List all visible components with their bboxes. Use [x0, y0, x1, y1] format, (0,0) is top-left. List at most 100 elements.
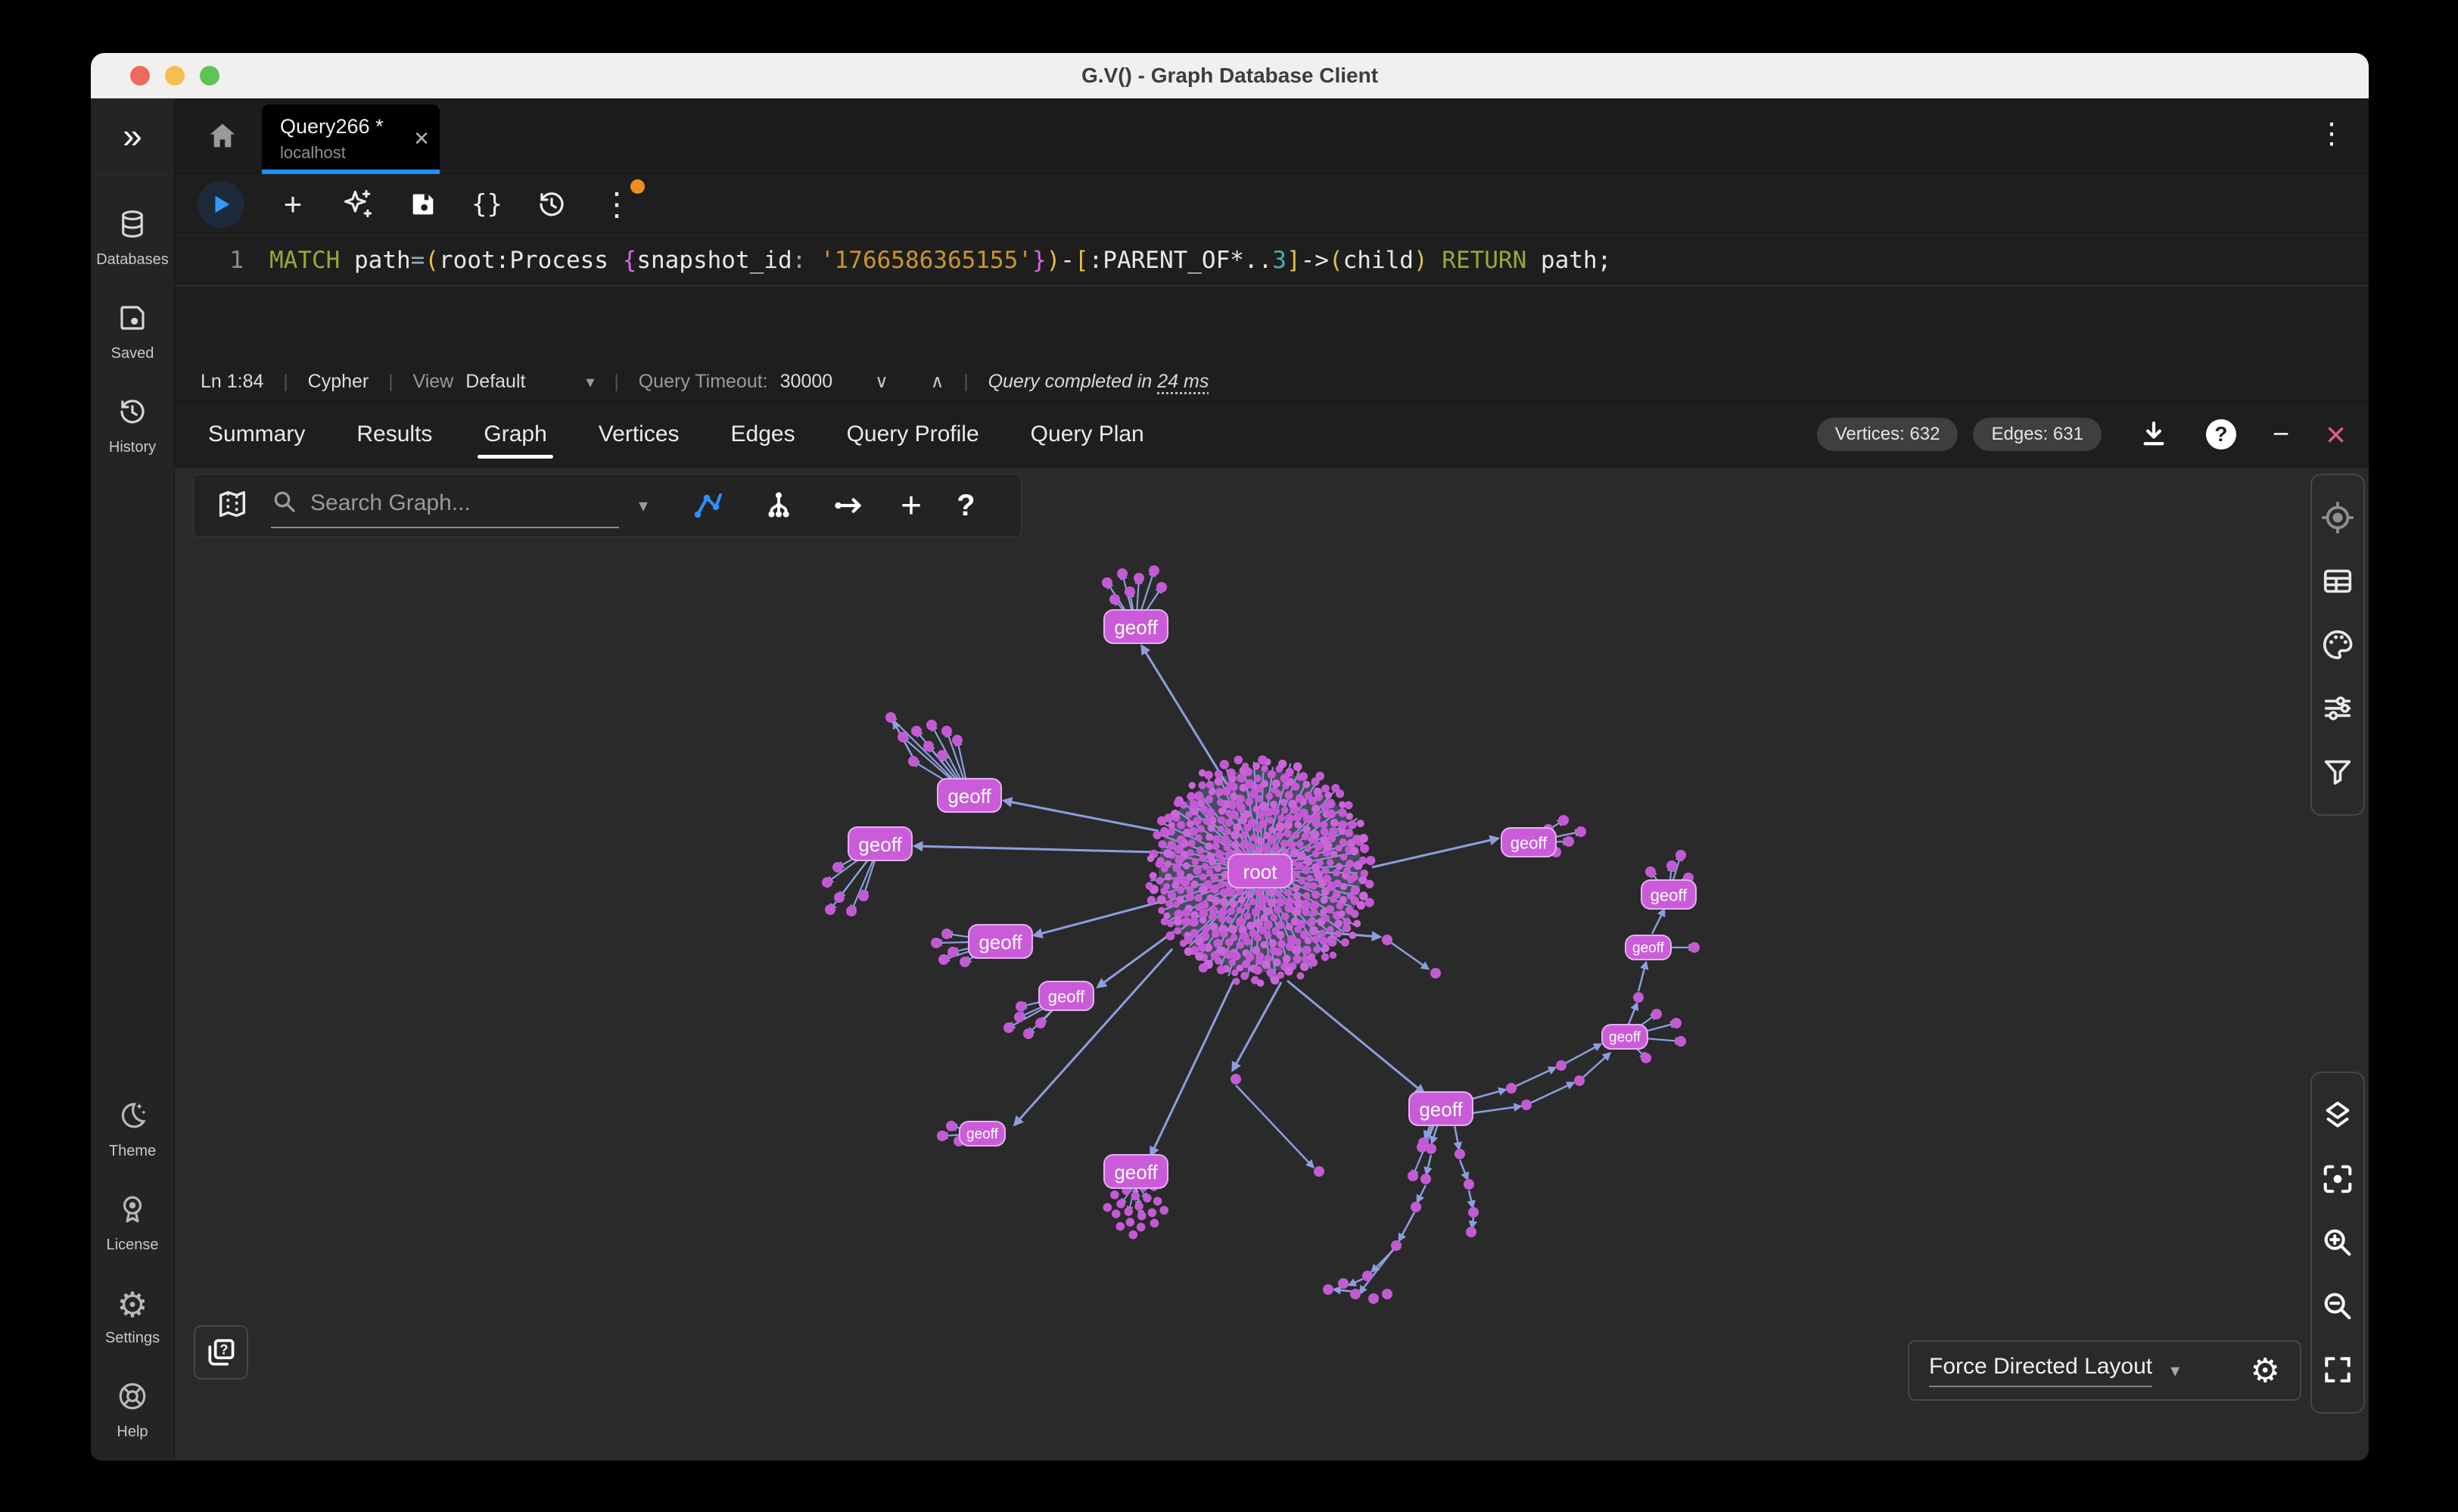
graph-node	[1349, 932, 1356, 939]
graph-view-icon[interactable]	[690, 487, 727, 524]
code-line[interactable]: 1 MATCH path=(root:Process {snapshot_id:…	[175, 235, 2369, 286]
titlebar: G.V() - Graph Database Client	[91, 53, 2369, 98]
center-graph-icon[interactable]	[2320, 1147, 2355, 1211]
table-icon[interactable]	[2320, 549, 2355, 613]
minimize-panel-icon[interactable]: −	[2273, 418, 2289, 451]
close-panel-icon[interactable]: ×	[2326, 419, 2346, 450]
graph-node	[1161, 918, 1168, 926]
palette-icon[interactable]	[2320, 613, 2355, 677]
save-query-button[interactable]	[408, 189, 438, 219]
graph-node	[1112, 1209, 1121, 1218]
results-tab-query-plan[interactable]: Query Plan	[1005, 401, 1170, 468]
graph-node	[1292, 946, 1301, 955]
query-history-button[interactable]	[536, 188, 568, 220]
graph-node	[1309, 958, 1318, 966]
layout-select[interactable]: Force Directed Layout	[1929, 1354, 2152, 1387]
graph-node	[1321, 953, 1329, 960]
graph-node	[1333, 869, 1340, 876]
graph-node	[1294, 821, 1302, 829]
results-tab-vertices[interactable]: Vertices	[573, 401, 705, 468]
graph-node	[1225, 938, 1234, 946]
graph-vertex-root-label: root	[1243, 860, 1278, 883]
decrease-icon[interactable]: ∨	[875, 371, 888, 393]
sidebar-item-settings[interactable]: ⚙ Settings	[105, 1287, 160, 1347]
graph-node	[1323, 875, 1331, 883]
graph-node	[1296, 794, 1304, 802]
sidebar-item-help[interactable]: Help	[117, 1380, 148, 1441]
zoom-window-button[interactable]	[200, 66, 219, 86]
graph-node	[1666, 860, 1677, 871]
sidebar-item-databases[interactable]: Databases	[96, 208, 169, 269]
legend-button[interactable]: ?	[194, 1325, 248, 1380]
graph-canvas[interactable]: geoffgeoffgeoffgeoffgeoffgeoffgeoffgeoff…	[175, 468, 2369, 1461]
results-tab-query-profile[interactable]: Query Profile	[821, 401, 1005, 468]
fullscreen-icon[interactable]	[2321, 1338, 2354, 1402]
zoom-in-icon[interactable]	[2320, 1211, 2355, 1274]
more-options-icon[interactable]: ⋮	[2317, 117, 2346, 151]
layout-settings-gear-icon[interactable]: ⚙	[2251, 1352, 2280, 1390]
help-icon[interactable]: ?	[2206, 419, 2236, 450]
toolbar-more-icon[interactable]: ⋮	[601, 188, 633, 220]
home-icon[interactable]	[205, 118, 240, 157]
graph-node	[1294, 926, 1302, 933]
map-icon[interactable]	[215, 487, 250, 525]
layout-dropdown-icon[interactable]: ▾	[2170, 1360, 2180, 1382]
zoom-out-icon[interactable]	[2320, 1274, 2355, 1338]
graph-node	[1156, 860, 1163, 868]
graph-node	[1382, 935, 1392, 945]
graph-node	[1351, 885, 1360, 894]
query-tab[interactable]: Query266 * localhost ×	[262, 104, 440, 174]
results-tab-graph[interactable]: Graph	[458, 401, 572, 468]
view-value[interactable]: Default	[465, 371, 525, 393]
hierarchy-view-icon[interactable]	[761, 488, 796, 523]
graph-node	[1294, 938, 1301, 945]
graph-node	[1177, 821, 1185, 829]
graph-node	[1420, 1174, 1431, 1184]
results-tab-summary[interactable]: Summary	[182, 401, 331, 468]
graph-node	[1202, 863, 1209, 870]
timeout-value[interactable]: 30000	[780, 371, 833, 393]
cypher-query-text[interactable]: MATCH path=(root:Process {snapshot_id: '…	[269, 247, 1611, 274]
expand-edges-icon[interactable]	[831, 488, 866, 523]
graph-help-icon[interactable]: ?	[957, 489, 975, 523]
graph-node	[1339, 838, 1347, 846]
tab-close-icon[interactable]: ×	[414, 124, 429, 154]
filter-icon[interactable]	[2320, 740, 2355, 804]
sidebar-item-theme[interactable]: Theme	[109, 1100, 156, 1160]
search-dropdown-icon[interactable]: ▾	[639, 495, 648, 517]
graph-node	[1146, 882, 1153, 890]
graph-node	[911, 726, 922, 736]
code-editor[interactable]: 1 MATCH path=(root:Process {snapshot_id:…	[175, 235, 2369, 363]
ai-assistant-icon[interactable]	[341, 188, 375, 221]
layers-icon[interactable]	[2320, 1084, 2355, 1147]
close-window-button[interactable]	[130, 66, 150, 86]
graph-node	[1293, 762, 1302, 771]
minimize-window-button[interactable]	[165, 66, 185, 86]
display-settings-icon[interactable]	[2320, 677, 2355, 740]
sidebar-item-history[interactable]: History	[109, 396, 156, 456]
format-code-button[interactable]: {}	[471, 188, 502, 220]
graph-node	[1362, 1271, 1373, 1281]
graph-node	[1134, 573, 1144, 583]
results-tab-edges[interactable]: Edges	[705, 401, 821, 468]
graph-node	[1243, 912, 1251, 919]
increase-icon[interactable]: ∧	[931, 371, 944, 393]
graph-node	[1116, 1199, 1125, 1209]
locate-icon[interactable]	[2320, 486, 2355, 549]
graph-node	[1305, 845, 1311, 851]
view-dropdown-icon[interactable]: ▾	[586, 372, 594, 392]
graph-node	[1263, 832, 1271, 839]
run-query-button[interactable]	[198, 181, 244, 228]
download-icon[interactable]	[2138, 418, 2170, 450]
add-vertex-icon[interactable]: +	[901, 485, 922, 527]
graph-node	[1195, 952, 1203, 960]
graph-node	[1236, 907, 1243, 914]
results-tab-results[interactable]: Results	[331, 401, 458, 468]
sidebar-item-license[interactable]: License	[107, 1193, 159, 1254]
graph-node	[1296, 841, 1304, 848]
new-query-button[interactable]: +	[278, 188, 308, 220]
expand-sidebar-icon[interactable]: »	[123, 118, 142, 153]
sidebar: » Databases	[91, 98, 174, 1461]
graph-search-input[interactable]: Search Graph...	[271, 483, 619, 528]
sidebar-item-saved[interactable]: Saved	[111, 302, 154, 362]
